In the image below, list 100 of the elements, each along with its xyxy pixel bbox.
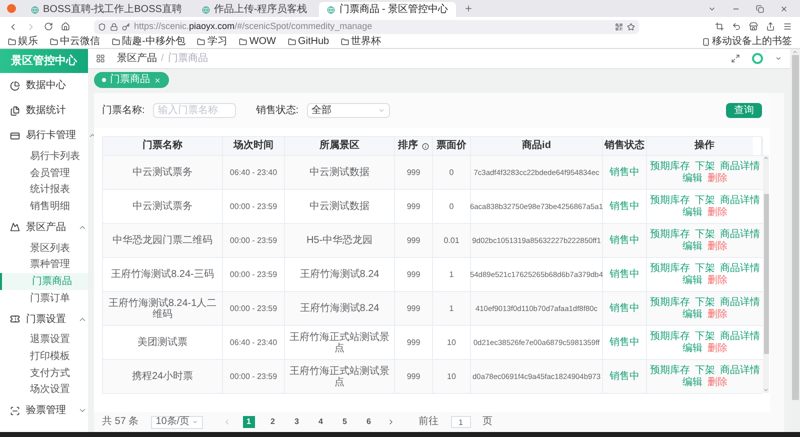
action-link[interactable]: 下架 bbox=[695, 228, 715, 240]
sidebar-subitem[interactable]: 退票设置 bbox=[0, 332, 88, 348]
browser-tab[interactable]: 门票商品 - 景区管控中心 bbox=[319, 2, 456, 17]
bookmark[interactable]: GitHub bbox=[288, 37, 330, 47]
menu-icon[interactable] bbox=[783, 22, 792, 31]
star-icon[interactable] bbox=[627, 22, 635, 30]
dropdown-icon[interactable] bbox=[775, 55, 782, 62]
bookmark[interactable]: 学习 bbox=[197, 37, 228, 47]
sidebar-item[interactable]: 门票设置 bbox=[0, 306, 88, 332]
sidebar-subitem[interactable]: 会员管理 bbox=[0, 164, 88, 182]
scroll-thumb[interactable] bbox=[792, 55, 798, 400]
new-tab-icon[interactable] bbox=[464, 4, 474, 13]
page-button[interactable]: 5 bbox=[338, 416, 351, 428]
tab-list-icon[interactable] bbox=[708, 5, 716, 13]
bookmark[interactable]: 世界杯 bbox=[341, 37, 382, 47]
action-link[interactable]: 商品详情 bbox=[720, 364, 760, 376]
action-link[interactable]: 商品详情 bbox=[720, 296, 760, 308]
qr-code-icon[interactable] bbox=[615, 22, 623, 30]
bookmark[interactable]: 娱乐 bbox=[8, 37, 38, 47]
sidebar-subitem[interactable]: 支付方式 bbox=[0, 364, 88, 382]
action-link[interactable]: 下架 bbox=[695, 296, 715, 308]
action-link[interactable]: 下架 bbox=[695, 160, 715, 172]
table-cell: H5-中华恐龙园 bbox=[306, 235, 373, 246]
page-button[interactable]: 4 bbox=[314, 416, 327, 428]
action-link[interactable]: 编辑 bbox=[682, 308, 702, 320]
sidebar-item[interactable]: 验票管理 bbox=[0, 398, 88, 424]
action-link[interactable]: 商品详情 bbox=[720, 262, 760, 274]
action-link[interactable]: 商品详情 bbox=[720, 228, 760, 240]
reload-icon[interactable] bbox=[44, 22, 53, 31]
address-bar[interactable]: https://scenic.piaoyx.com/#/scenicSpot/commedity_manage bbox=[94, 20, 639, 34]
scroll-thumb[interactable] bbox=[764, 194, 768, 354]
action-link[interactable]: 删除 bbox=[708, 308, 728, 320]
share-icon[interactable] bbox=[766, 22, 775, 31]
restore-icon[interactable] bbox=[756, 5, 764, 13]
action-link[interactable]: 预期库存 bbox=[650, 262, 690, 274]
action-link[interactable]: 预期库存 bbox=[650, 330, 690, 342]
status-select[interactable]: 全部 bbox=[306, 103, 390, 118]
action-link[interactable]: 删除 bbox=[708, 240, 728, 252]
page-tab[interactable]: 门票商品 bbox=[94, 72, 169, 88]
sidebar-subitem[interactable]: 门票商品 bbox=[0, 273, 88, 290]
bookmark[interactable]: 陆趣-中移外包 bbox=[112, 37, 186, 47]
sidebar-subitem[interactable]: 票种管理 bbox=[0, 256, 88, 274]
action-link[interactable]: 预期库存 bbox=[650, 296, 690, 308]
page-button[interactable]: 2 bbox=[266, 416, 279, 428]
undo-icon[interactable] bbox=[732, 22, 741, 31]
breadcrumb-item[interactable]: 景区产品 bbox=[117, 54, 157, 64]
ticket-name-input[interactable]: 输入门票名称 bbox=[152, 103, 236, 118]
sidebar-subitem[interactable]: 销售明细 bbox=[0, 198, 88, 215]
action-link[interactable]: 预期库存 bbox=[650, 194, 690, 206]
mobile-bookmarks[interactable]: 移动设备上的书签 bbox=[702, 37, 792, 47]
action-link[interactable]: 编辑 bbox=[682, 274, 702, 286]
page-button[interactable]: 6 bbox=[362, 416, 375, 428]
page-button[interactable]: 1 bbox=[242, 416, 255, 428]
table-cell: 中华恐龙园门票二维码 bbox=[112, 235, 212, 246]
action-link[interactable]: 编辑 bbox=[682, 376, 702, 388]
action-link[interactable]: 商品详情 bbox=[720, 330, 760, 342]
sidebar-subitem[interactable]: 景区列表 bbox=[0, 240, 88, 256]
action-link[interactable]: 预期库存 bbox=[650, 228, 690, 240]
sidebar-item[interactable]: 数据统计 bbox=[0, 98, 88, 123]
close-icon[interactable] bbox=[780, 5, 788, 13]
home-icon[interactable] bbox=[61, 22, 70, 31]
action-link[interactable]: 删除 bbox=[708, 274, 728, 286]
action-link[interactable]: 编辑 bbox=[682, 240, 702, 252]
page-size-select[interactable]: 10条/页 bbox=[150, 416, 203, 428]
action-link[interactable]: 删除 bbox=[708, 376, 728, 388]
scrollbar[interactable] bbox=[763, 155, 769, 393]
sidebar-subitem[interactable]: 门票订单 bbox=[0, 290, 88, 306]
action-link[interactable]: 编辑 bbox=[682, 172, 702, 184]
fullscreen-icon[interactable] bbox=[731, 54, 740, 63]
action-link[interactable]: 预期库存 bbox=[650, 364, 690, 376]
bookmark[interactable]: 中云微信 bbox=[50, 37, 100, 47]
sidebar-subitem[interactable]: 打印模板 bbox=[0, 348, 88, 365]
action-link[interactable]: 删除 bbox=[708, 206, 728, 218]
sidebar-subitem[interactable]: 场次设置 bbox=[0, 382, 88, 398]
action-link[interactable]: 下架 bbox=[695, 330, 715, 342]
bookmark[interactable]: WOW bbox=[239, 37, 276, 47]
search-button[interactable]: 查询 bbox=[726, 103, 762, 118]
browser-tab[interactable]: 作品上传-程序员客栈 bbox=[194, 2, 316, 17]
sidebar-toggle-icon[interactable] bbox=[96, 54, 105, 63]
crop-icon[interactable] bbox=[715, 22, 724, 31]
sidebar-subitem[interactable]: 易行卡列表 bbox=[0, 148, 88, 165]
sidebar-subitem[interactable]: 统计报表 bbox=[0, 181, 88, 198]
action-link[interactable]: 编辑 bbox=[682, 342, 702, 354]
action-link[interactable]: 编辑 bbox=[682, 206, 702, 218]
page-button[interactable]: 3 bbox=[290, 416, 303, 428]
table-cell: 00:00 - 23:59 bbox=[230, 268, 278, 280]
browser-tab[interactable]: BOSS直聘-找工作上BOSS直聘 bbox=[23, 2, 190, 17]
action-link[interactable]: 预期库存 bbox=[650, 160, 690, 172]
sidebar-item[interactable]: 景区产品 bbox=[0, 214, 88, 240]
action-link[interactable]: 商品详情 bbox=[720, 194, 760, 206]
store-icon[interactable] bbox=[749, 22, 758, 31]
sidebar-item[interactable]: 数据中心 bbox=[0, 73, 88, 98]
action-link[interactable]: 商品详情 bbox=[720, 160, 760, 172]
goto-page-input[interactable]: 1 bbox=[450, 416, 471, 428]
sidebar-item[interactable]: 易行卡管理 bbox=[0, 123, 88, 148]
action-link[interactable]: 下架 bbox=[695, 194, 715, 206]
action-link[interactable]: 下架 bbox=[695, 262, 715, 274]
action-link[interactable]: 删除 bbox=[708, 172, 728, 184]
action-link[interactable]: 删除 bbox=[708, 342, 728, 354]
action-link[interactable]: 下架 bbox=[695, 364, 715, 376]
